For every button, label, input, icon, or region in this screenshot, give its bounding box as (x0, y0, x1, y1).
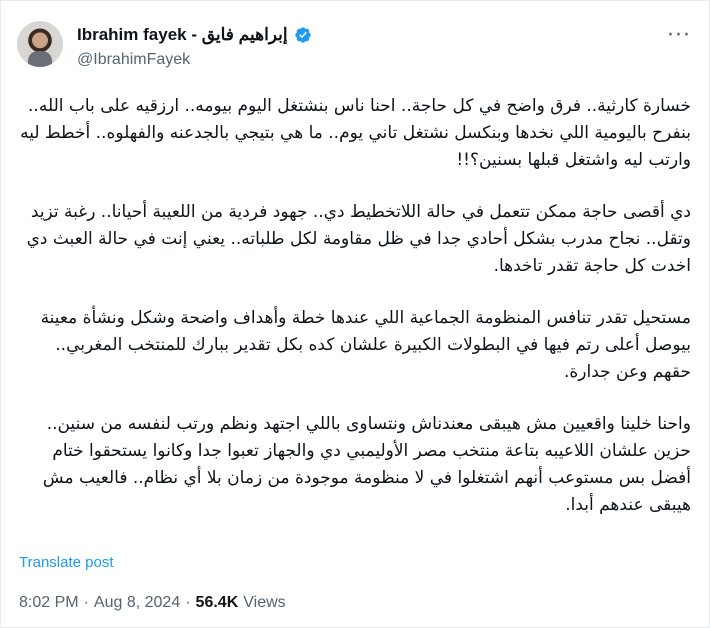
author-handle[interactable]: @IbrahimFayek (77, 51, 190, 69)
more-options-icon[interactable]: ··· (667, 25, 691, 47)
meta-separator: · (185, 594, 191, 611)
post-meta: 8:02 PM · Aug 8, 2024 · 56.4K Views (19, 594, 286, 612)
author-display-name[interactable]: Ibrahim fayek - إبراهيم فايق (77, 25, 288, 45)
verified-badge-icon (294, 27, 311, 43)
post-date[interactable]: Aug 8, 2024 (94, 594, 180, 612)
post-time[interactable]: 8:02 PM (19, 594, 79, 612)
avatar[interactable] (17, 21, 63, 67)
avatar-figure (28, 51, 52, 67)
translate-post-link[interactable]: Translate post (19, 554, 114, 571)
views-count: 56.4K (195, 594, 239, 611)
post-card: Ibrahim fayek - إبراهيم فايق @IbrahimFay… (0, 0, 710, 628)
post-paragraph: مستحيل تقدر تنافس المنظومة الجماعية اللي… (40, 308, 691, 382)
views-label: Views (243, 594, 286, 611)
author-name-row: Ibrahim fayek - إبراهيم فايق (77, 25, 312, 45)
post-paragraph: خسارة كارثية.. فرق واضح في كل حاجة.. احن… (20, 96, 691, 170)
post-paragraph: واحنا خلينا واقعيين مش هيبقى معندناش ونت… (42, 414, 691, 515)
post-text: خسارة كارثية.. فرق واضح في كل حاجة.. احن… (19, 93, 691, 544)
post-paragraph: دي أقصى حاجة ممكن تتعمل في حالة اللاتخطي… (26, 202, 691, 276)
meta-separator: · (83, 594, 89, 611)
